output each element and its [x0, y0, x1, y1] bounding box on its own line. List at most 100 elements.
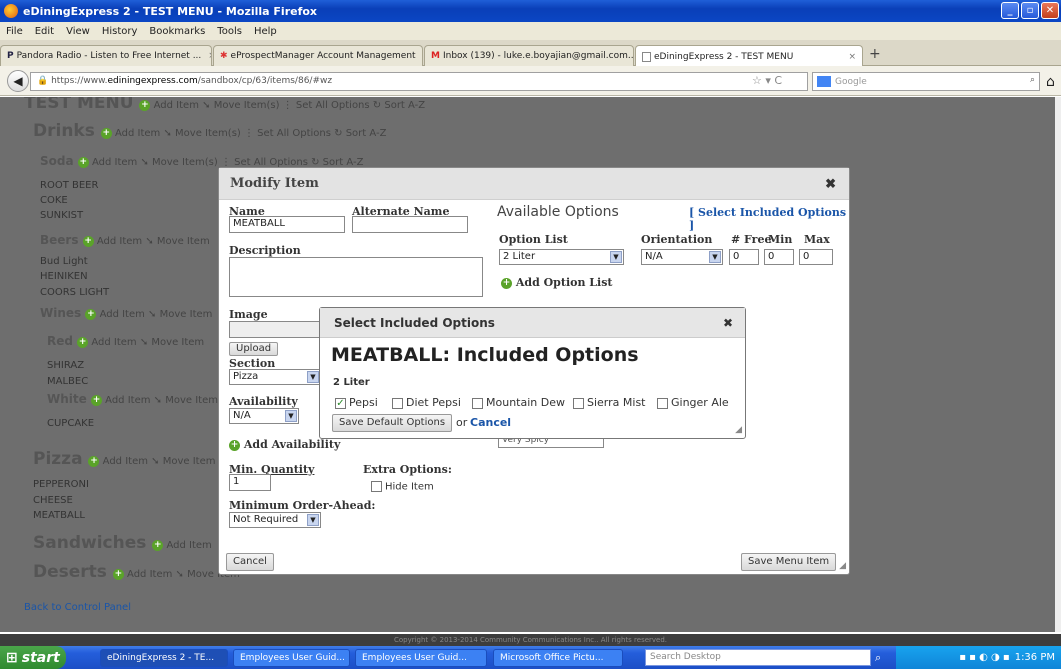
back-arrow-icon[interactable]: ◀ — [7, 70, 29, 92]
url-field[interactable]: 🔒 https://www.ediningexpress.com/sandbox… — [30, 72, 808, 91]
add-item-link[interactable]: Add Item — [127, 569, 172, 580]
close-tab-icon[interactable]: × — [204, 51, 211, 61]
start-button[interactable]: ⊞ start — [0, 646, 66, 669]
add-item-link[interactable]: Add Item — [105, 395, 150, 406]
sort-link[interactable]: Sort A-Z — [346, 128, 387, 139]
menu-item[interactable]: Bud Light — [40, 256, 88, 267]
save-menu-item-button[interactable]: Save Menu Item — [741, 553, 837, 571]
menu-item[interactable]: CHEESE — [33, 495, 73, 506]
move-items-link[interactable]: Move Item — [165, 395, 218, 406]
set-all-options-link[interactable]: Set All Options — [257, 128, 331, 139]
free-field[interactable]: 0 — [729, 249, 759, 265]
add-option-list-link[interactable]: + Add Option List — [501, 276, 612, 289]
add-item-link[interactable]: Add Item — [91, 337, 136, 348]
option-diet-pepsi[interactable]: Diet Pepsi — [392, 396, 461, 409]
max-field[interactable]: 0 — [799, 249, 833, 265]
search-icon[interactable]: ⌕ — [875, 651, 881, 665]
min-field[interactable]: 0 — [764, 249, 794, 265]
close-tab-icon[interactable]: × — [844, 52, 856, 62]
add-item-link[interactable]: Add Item — [154, 100, 199, 111]
taskbar-pdf-1[interactable]: Employees User Guid... — [233, 649, 350, 667]
availability-select[interactable]: N/A ▼ — [229, 408, 299, 424]
move-items-link[interactable]: Move Item — [163, 456, 216, 467]
add-item-link[interactable]: Add Item — [166, 540, 211, 551]
sort-link[interactable]: Sort A-Z — [384, 100, 425, 111]
menu-item[interactable]: MALBEC — [47, 376, 88, 387]
menu-item[interactable]: COKE — [40, 195, 68, 206]
close-icon[interactable]: ✖ — [825, 177, 836, 192]
tab-eprospect[interactable]: ✱ eProspectManager Account Management × — [213, 45, 423, 66]
tab-gmail[interactable]: M Inbox (139) - luke.e.boyajian@gmail.co… — [424, 45, 634, 66]
back-to-control-panel-link[interactable]: Back to Control Panel — [24, 602, 131, 613]
add-item-link[interactable]: Add Item — [115, 128, 160, 139]
checkbox[interactable] — [392, 397, 403, 409]
menu-edit[interactable]: Edit — [29, 26, 60, 37]
move-items-link[interactable]: Move Item(s) — [152, 157, 218, 168]
orientation-select[interactable]: N/A ▼ — [641, 249, 723, 265]
cancel-button[interactable]: Cancel — [226, 553, 274, 571]
search-icon[interactable]: ⌕ — [1030, 75, 1035, 85]
move-items-link[interactable]: Move Item — [160, 309, 213, 320]
option-ginger-ale[interactable]: Ginger Ale — [657, 396, 729, 409]
upload-button[interactable]: Upload — [229, 342, 279, 356]
option-sierra-mist[interactable]: Sierra Mist — [573, 396, 646, 409]
menu-item[interactable]: SHIRAZ — [47, 360, 84, 371]
move-items-link[interactable]: Move Item(s) — [214, 100, 280, 111]
add-item-link[interactable]: Add Item — [103, 456, 148, 467]
minimize-button[interactable]: _ — [1001, 2, 1019, 19]
search-field[interactable]: Google ⌕ — [812, 72, 1040, 91]
menu-help[interactable]: Help — [248, 26, 283, 37]
taskbar-office-picture[interactable]: Microsoft Office Pictu... — [493, 649, 623, 667]
section-select[interactable]: Pizza ▼ — [229, 369, 321, 385]
add-item-link[interactable]: Add Item — [97, 236, 142, 247]
set-all-options-link[interactable]: Set All Options — [296, 100, 370, 111]
taskbar-firefox[interactable]: eDiningExpress 2 - TE... — [100, 649, 228, 667]
menu-item[interactable]: PEPPERONI — [33, 479, 89, 490]
bookmark-star-icon[interactable]: ☆ ▾ C — [752, 74, 782, 87]
menu-bookmarks[interactable]: Bookmarks — [143, 26, 211, 37]
name-field[interactable]: MEATBALL — [229, 216, 345, 233]
cancel-link[interactable]: Cancel — [470, 416, 511, 429]
menu-item[interactable]: HEINIKEN — [40, 271, 88, 282]
tab-ediningexpress[interactable]: eDiningExpress 2 - TEST MENU × — [635, 45, 863, 67]
new-tab-icon[interactable]: + — [869, 46, 881, 62]
checkbox[interactable] — [573, 397, 584, 409]
menu-view[interactable]: View — [60, 26, 96, 37]
maximize-button[interactable]: ▫ — [1021, 2, 1039, 19]
checkbox[interactable] — [371, 481, 382, 492]
menu-item[interactable]: COORS LIGHT — [40, 287, 109, 298]
description-field[interactable] — [229, 257, 483, 297]
resize-handle-icon[interactable]: ◢ — [735, 425, 742, 435]
menu-item[interactable]: SUNKIST — [40, 210, 83, 221]
option-pepsi[interactable]: ✓ Pepsi — [335, 396, 378, 409]
close-tab-icon[interactable]: × — [419, 51, 422, 61]
min-order-ahead-select[interactable]: Not Required ▼ — [229, 512, 321, 528]
move-items-link[interactable]: Move Item — [157, 236, 210, 247]
add-item-link[interactable]: Add Item — [92, 157, 137, 168]
alternate-name-field[interactable] — [352, 216, 468, 233]
option-mountain-dew[interactable]: Mountain Dew — [472, 396, 565, 409]
close-icon[interactable]: ✖ — [723, 316, 733, 330]
menu-file[interactable]: File — [0, 26, 29, 37]
tab-pandora[interactable]: P Pandora Radio - Listen to Free Interne… — [0, 45, 212, 66]
menu-tools[interactable]: Tools — [211, 26, 248, 37]
checkbox[interactable] — [472, 397, 483, 409]
checkbox[interactable] — [657, 397, 668, 409]
tray-icons[interactable]: ▪ ▪ ◐ ◑ ▪ — [959, 652, 1010, 663]
move-items-link[interactable]: Move Item — [151, 337, 204, 348]
min-quantity-field[interactable]: 1 — [229, 474, 271, 491]
option-list-select[interactable]: 2 Liter ▼ — [499, 249, 624, 265]
add-item-link[interactable]: Add Item — [100, 309, 145, 320]
menu-item[interactable]: ROOT BEER — [40, 180, 98, 191]
menu-history[interactable]: History — [96, 26, 144, 37]
add-availability-link[interactable]: + Add Availability — [229, 438, 340, 451]
vertical-scrollbar[interactable] — [1055, 97, 1061, 632]
menu-item[interactable]: CUPCAKE — [47, 418, 94, 429]
hide-item-checkbox[interactable]: Hide Item — [371, 481, 434, 493]
move-items-link[interactable]: Move Item(s) — [175, 128, 241, 139]
save-default-options-button[interactable]: Save Default Options — [332, 414, 453, 432]
desktop-search-field[interactable]: Search Desktop — [645, 649, 871, 666]
checkbox-checked[interactable]: ✓ — [335, 397, 346, 409]
close-window-button[interactable]: ✕ — [1041, 2, 1059, 19]
taskbar-pdf-2[interactable]: Employees User Guid... — [355, 649, 487, 667]
